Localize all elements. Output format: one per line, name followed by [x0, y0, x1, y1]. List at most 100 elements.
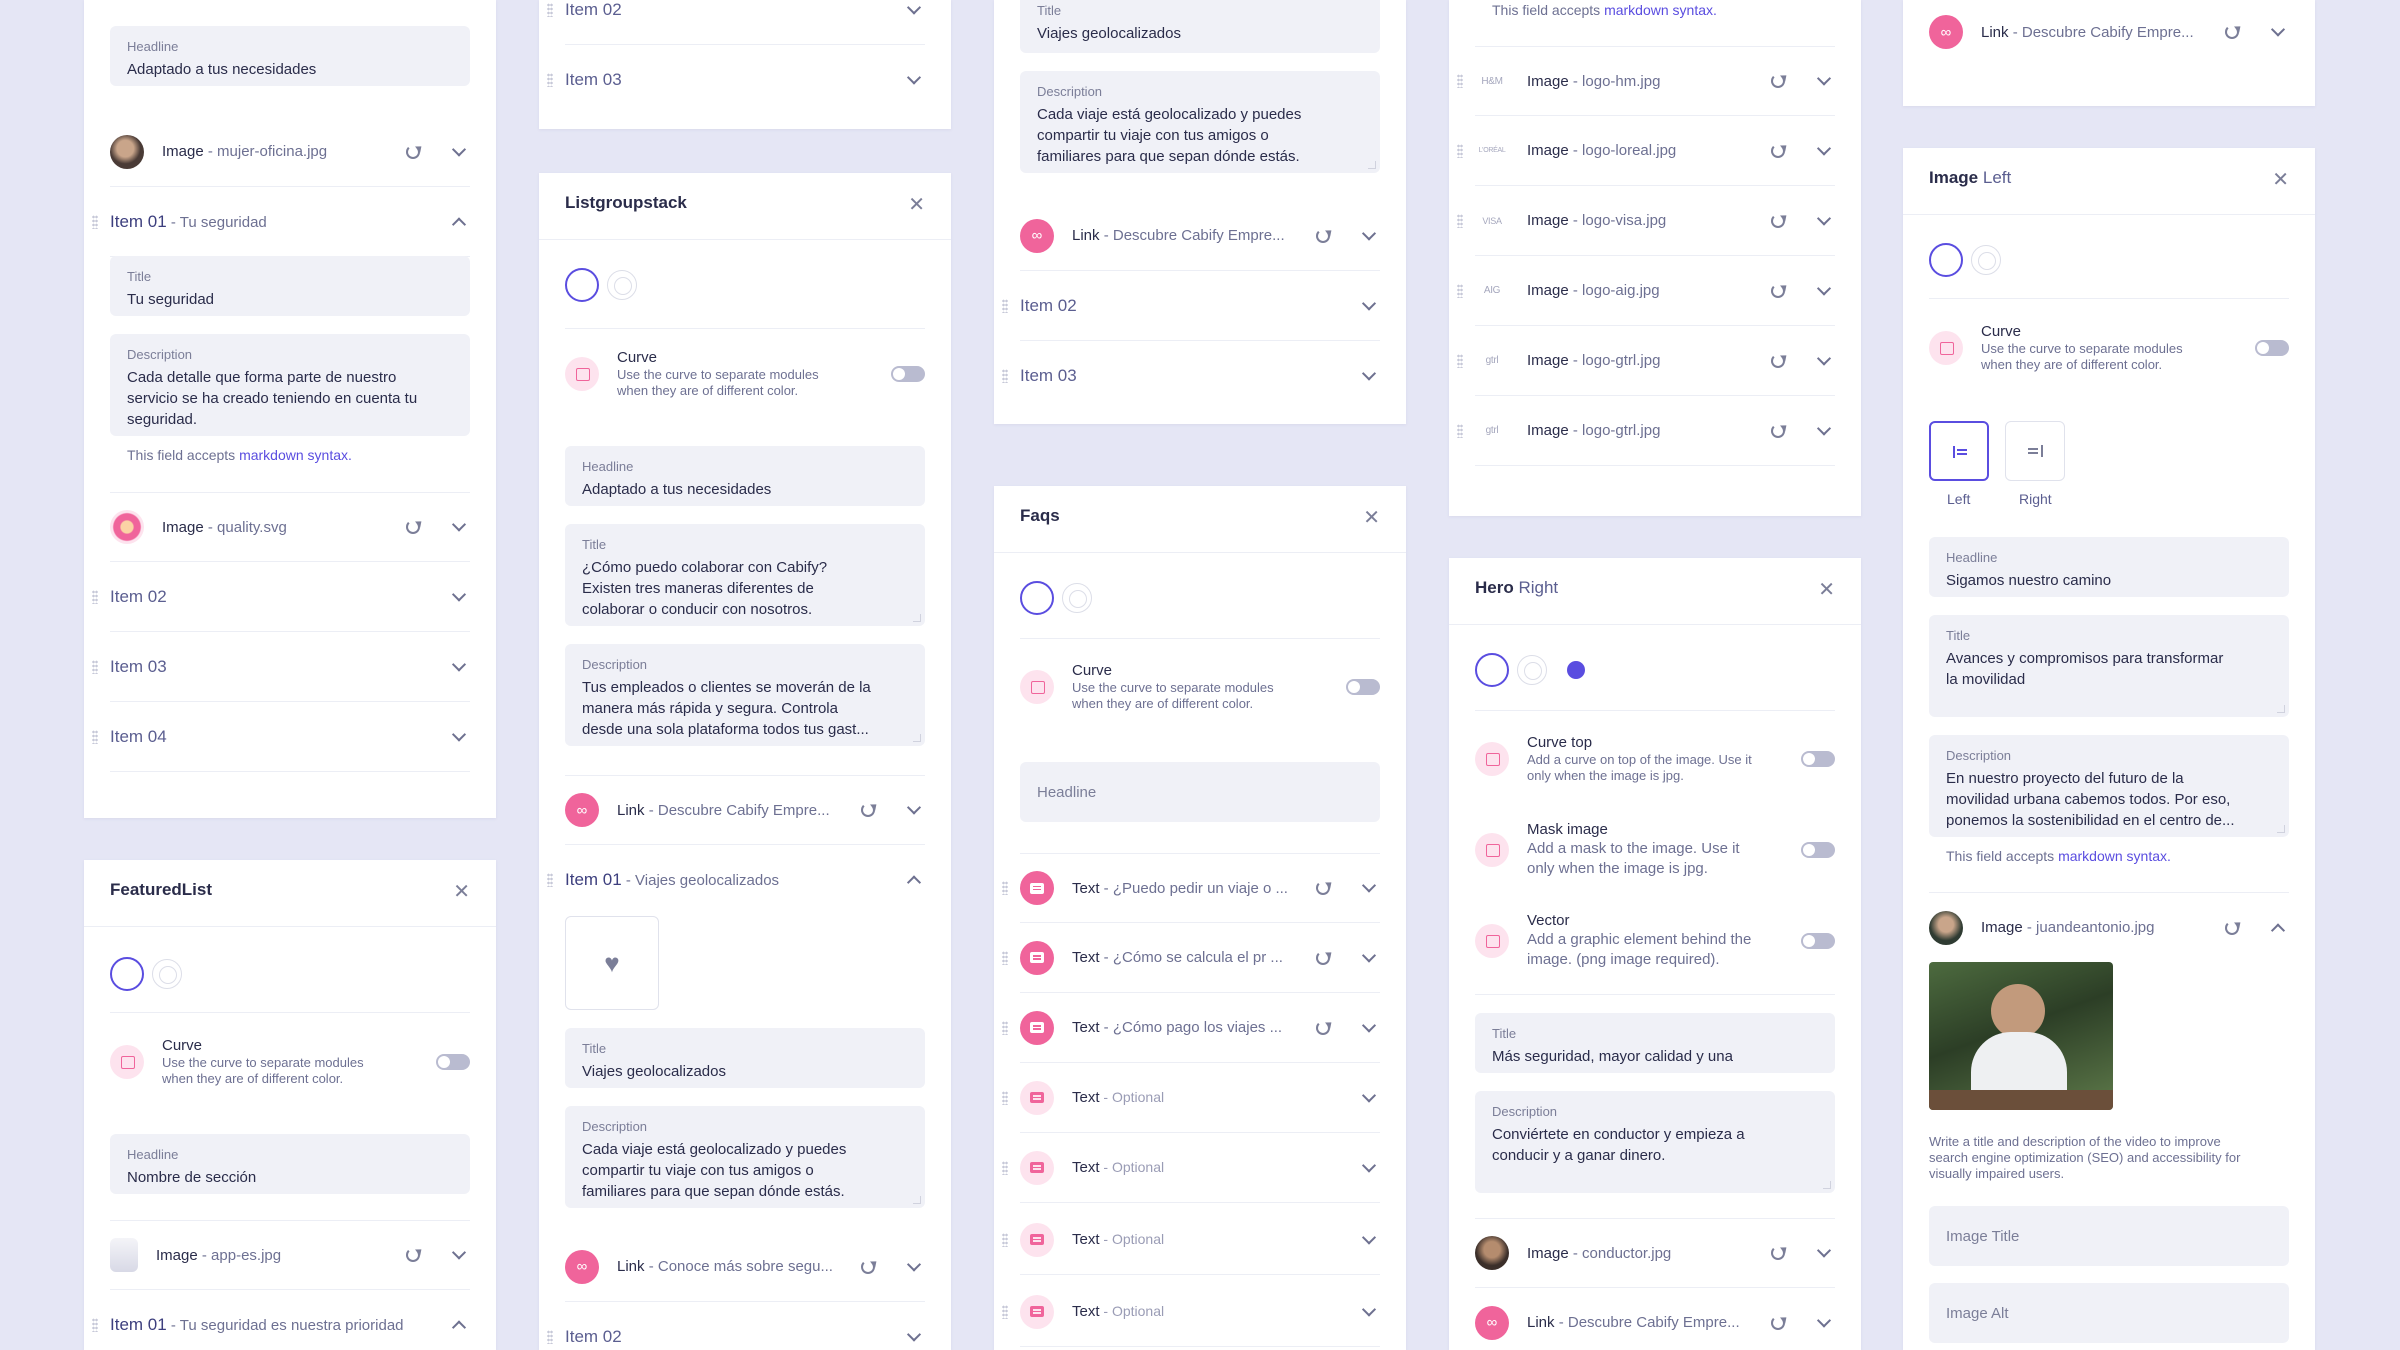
drag-handle-icon[interactable]	[92, 589, 98, 604]
chevron-down-icon[interactable]	[1816, 350, 1832, 366]
title-field[interactable]: Title ¿Cómo puedo colaborar con Cabify? …	[565, 524, 925, 626]
drag-handle-icon[interactable]	[547, 2, 553, 17]
title-field[interactable]: Title Más seguridad, mayor calidad y una	[1475, 1013, 1835, 1073]
drag-handle-icon[interactable]	[1002, 1090, 1008, 1105]
refresh-icon[interactable]	[1771, 423, 1785, 438]
color-swatch-white[interactable]	[1020, 581, 1054, 615]
image-alt-field[interactable]: Image Alt	[1929, 1283, 2289, 1343]
drag-handle-icon[interactable]	[92, 659, 98, 674]
color-swatch-light[interactable]	[1517, 655, 1547, 685]
drag-handle-icon[interactable]	[1457, 143, 1463, 158]
logo-image-row[interactable]: AIG Image - logo-aig.jpg	[1457, 256, 1835, 326]
image-preview[interactable]	[1929, 962, 2113, 1110]
curve-switch[interactable]	[2255, 340, 2289, 356]
drag-handle-icon[interactable]	[1457, 283, 1463, 298]
description-field[interactable]: Description Cada detalle que forma parte…	[110, 334, 470, 436]
link-row[interactable]: ∞ Link - Descubre Cabify Empre...	[1475, 1288, 1835, 1350]
image-row[interactable]: Image - app-es.jpg	[110, 1220, 470, 1290]
drag-handle-icon[interactable]	[92, 214, 98, 229]
drag-handle-icon[interactable]	[1002, 881, 1008, 895]
chevron-down-icon[interactable]	[451, 141, 467, 157]
color-swatch-white[interactable]	[565, 268, 599, 302]
chevron-down-icon[interactable]	[451, 586, 467, 602]
drag-handle-icon[interactable]	[92, 1317, 98, 1332]
item-row[interactable]: Item 03	[1002, 341, 1380, 411]
chevron-down-icon[interactable]	[1361, 947, 1377, 963]
text-row[interactable]: Text - ¿Cómo pago los viajes ...	[1002, 993, 1380, 1063]
description-field[interactable]: Description Conviértete en conductor y e…	[1475, 1091, 1835, 1193]
headline-field[interactable]: Headline Sigamos nuestro camino	[1929, 537, 2289, 597]
description-field[interactable]: Description En nuestro proyecto del futu…	[1929, 735, 2289, 837]
chevron-down-icon[interactable]	[1816, 280, 1832, 296]
chevron-down-icon[interactable]	[1361, 1017, 1377, 1033]
refresh-icon[interactable]	[406, 144, 420, 159]
markdown-link[interactable]: markdown syntax.	[2058, 848, 2171, 864]
chevron-down-icon[interactable]	[1361, 1229, 1377, 1245]
refresh-icon[interactable]	[1316, 881, 1330, 895]
refresh-icon[interactable]	[2225, 920, 2239, 935]
chevron-down-icon[interactable]	[906, 0, 922, 15]
drag-handle-icon[interactable]	[92, 729, 98, 744]
chevron-down-icon[interactable]	[451, 517, 467, 532]
title-field[interactable]: Title Viajes geolocalizados	[1020, 0, 1380, 53]
chevron-up-icon[interactable]	[451, 1319, 467, 1335]
link-row[interactable]: ∞ Link - Descubre Cabify Empre...	[565, 775, 925, 845]
chevron-down-icon[interactable]	[1361, 1301, 1377, 1317]
image-row[interactable]: Image - conductor.jpg	[1475, 1218, 1835, 1288]
title-field[interactable]: Title Tu seguridad	[110, 256, 470, 316]
item-row[interactable]: Item 02	[1002, 271, 1380, 341]
link-row[interactable]: ∞ Link - Descubre Cabify Empre...	[1929, 0, 2289, 67]
chevron-down-icon[interactable]	[906, 1256, 922, 1272]
refresh-icon[interactable]	[1771, 353, 1785, 368]
curve-switch[interactable]	[436, 1054, 470, 1070]
item-row[interactable]: Item 03	[547, 45, 925, 115]
chevron-down-icon[interactable]	[1361, 295, 1377, 311]
item-row[interactable]: Item 02	[547, 0, 925, 45]
item-row[interactable]: Item 04	[92, 702, 470, 772]
drag-handle-icon[interactable]	[1002, 950, 1008, 965]
chevron-down-icon[interactable]	[906, 1326, 922, 1342]
headline-field[interactable]: Headline	[1020, 762, 1380, 822]
chevron-down-icon[interactable]	[451, 726, 467, 742]
link-row[interactable]: ∞ Link - Descubre Cabify Empre...	[1020, 201, 1380, 271]
item-row[interactable]: Item 02	[547, 1302, 925, 1350]
chevron-down-icon[interactable]	[1361, 1087, 1377, 1103]
color-swatch-light[interactable]	[607, 270, 637, 300]
headline-field[interactable]: Headline Adaptado a tus necesidades	[110, 26, 470, 86]
logo-image-row[interactable]: H&M Image - logo-hm.jpg	[1457, 46, 1835, 116]
drag-handle-icon[interactable]	[1457, 353, 1463, 368]
refresh-icon[interactable]	[2225, 25, 2239, 39]
logo-image-row[interactable]: gtrl Image - logo-gtrl.jpg	[1457, 396, 1835, 466]
drag-handle-icon[interactable]	[1002, 1160, 1008, 1175]
chevron-down-icon[interactable]	[451, 656, 467, 672]
chevron-down-icon[interactable]	[1816, 140, 1832, 156]
chevron-down-icon[interactable]	[1361, 1157, 1377, 1173]
resize-handle-icon[interactable]	[2277, 825, 2285, 833]
mask-switch[interactable]	[1801, 842, 1835, 858]
chevron-down-icon[interactable]	[1361, 878, 1377, 893]
refresh-icon[interactable]	[861, 803, 875, 817]
curve-top-switch[interactable]	[1801, 751, 1835, 767]
refresh-icon[interactable]	[1771, 1315, 1785, 1330]
description-field[interactable]: Description Cada viaje está geolocalizad…	[565, 1106, 925, 1208]
align-left-button[interactable]	[1929, 421, 1989, 481]
chevron-down-icon[interactable]	[1361, 225, 1377, 241]
curve-switch[interactable]	[891, 366, 925, 382]
headline-field[interactable]: Headline Adaptado a tus necesidades	[565, 446, 925, 506]
align-right-button[interactable]	[2005, 421, 2065, 481]
link-row[interactable]: ∞ Link - Conoce más sobre segu...	[565, 1232, 925, 1302]
drag-handle-icon[interactable]	[1457, 74, 1463, 88]
item-row[interactable]: Item 01 - Tu seguridad es nuestra priori…	[92, 1290, 470, 1350]
chevron-down-icon[interactable]	[1816, 1312, 1832, 1328]
chevron-down-icon[interactable]	[1361, 366, 1377, 381]
logo-image-row[interactable]: gtrl Image - logo-gtrl.jpg	[1457, 326, 1835, 396]
drag-handle-icon[interactable]	[1457, 213, 1463, 228]
item-row[interactable]: Item 01 - Tu seguridad	[92, 187, 470, 257]
chevron-down-icon[interactable]	[1816, 420, 1832, 436]
drag-handle-icon[interactable]	[547, 1329, 553, 1344]
item-row[interactable]: Item 03	[92, 632, 470, 702]
refresh-icon[interactable]	[406, 1248, 420, 1262]
color-swatch-light[interactable]	[1062, 583, 1092, 613]
chevron-up-icon[interactable]	[2270, 922, 2286, 938]
refresh-icon[interactable]	[1771, 143, 1785, 158]
